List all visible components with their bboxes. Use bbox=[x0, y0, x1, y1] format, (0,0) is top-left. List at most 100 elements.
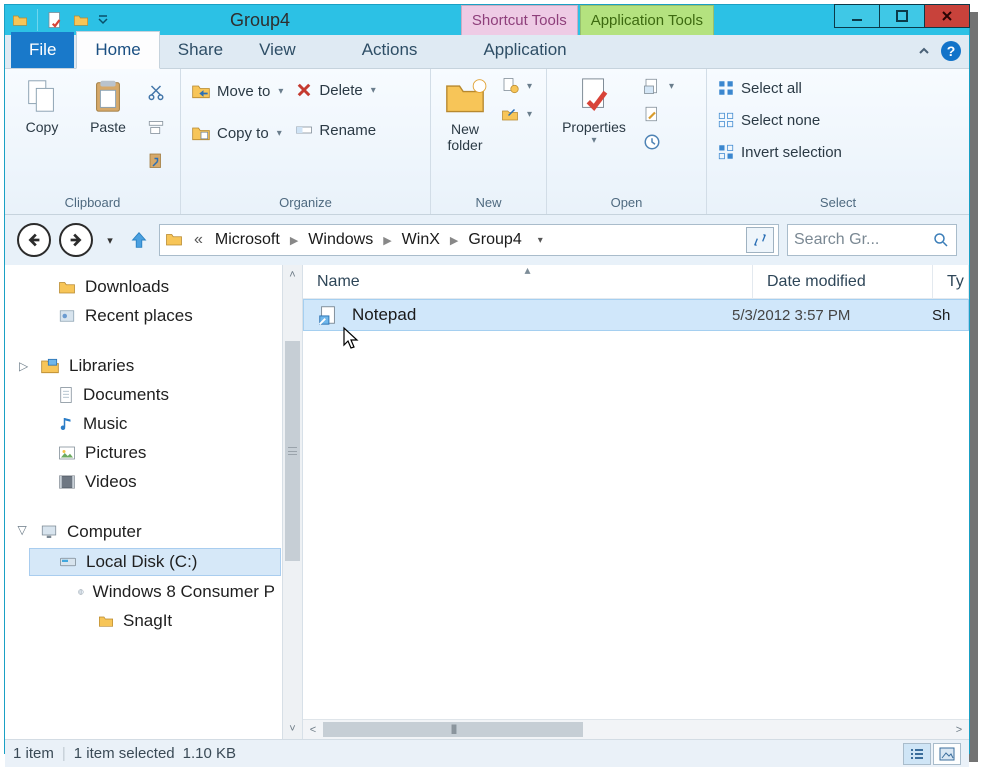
status-size: 1.10 KB bbox=[183, 745, 236, 762]
col-date-modified[interactable]: Date modified bbox=[753, 265, 933, 298]
search-icon bbox=[932, 231, 950, 249]
navpane-scrollbar[interactable]: ˄ ˅ bbox=[282, 265, 302, 739]
nav-snagit[interactable]: SnagIt bbox=[29, 608, 281, 634]
paste-button[interactable]: Paste bbox=[77, 73, 139, 139]
nav-downloads[interactable]: Downloads bbox=[29, 274, 281, 300]
nav-recent-places[interactable]: Recent places bbox=[29, 303, 281, 329]
tab-application[interactable]: Application bbox=[465, 32, 584, 68]
nav-music[interactable]: Music bbox=[29, 411, 281, 437]
new-item-button[interactable]: ▾ bbox=[497, 75, 536, 97]
crumb-microsoft[interactable]: Microsoft bbox=[209, 227, 286, 253]
close-button[interactable] bbox=[924, 4, 970, 28]
col-name[interactable]: ▴Name bbox=[303, 265, 753, 298]
address-bar[interactable]: « Microsoft▶ Windows▶ WinX▶ Group4 ▾ bbox=[159, 224, 779, 256]
horizontal-scrollbar[interactable]: ˂ lll ˃ bbox=[303, 719, 969, 739]
paste-label: Paste bbox=[90, 119, 126, 135]
navigation-bar: ▾ « Microsoft▶ Windows▶ WinX▶ Group4 ▾ S… bbox=[5, 215, 969, 265]
refresh-button[interactable] bbox=[746, 227, 774, 253]
address-dropdown-icon[interactable]: ▾ bbox=[534, 235, 547, 246]
properties-label: Properties bbox=[562, 119, 626, 135]
rename-button[interactable]: Rename bbox=[291, 119, 380, 141]
nav-local-disk-c[interactable]: Local Disk (C:) bbox=[29, 548, 281, 576]
properties-button[interactable]: Properties ▾ bbox=[553, 73, 635, 150]
clipboard-group-label: Clipboard bbox=[11, 193, 174, 210]
column-headers[interactable]: ▴Name Date modified Ty bbox=[303, 265, 969, 299]
cut-button[interactable] bbox=[143, 81, 169, 103]
nav-windows8[interactable]: Windows 8 Consumer P bbox=[29, 579, 281, 605]
history-button[interactable] bbox=[639, 131, 678, 153]
copy-label: Copy bbox=[26, 119, 59, 135]
file-type: Sh bbox=[932, 307, 968, 324]
recent-locations-button[interactable]: ▾ bbox=[101, 223, 119, 257]
nav-pictures[interactable]: Pictures bbox=[29, 440, 281, 466]
tab-file[interactable]: File bbox=[11, 32, 74, 68]
scroll-down-icon[interactable]: ˅ bbox=[283, 719, 302, 739]
minimize-ribbon-icon[interactable] bbox=[915, 42, 933, 60]
new-folder-label: New folder bbox=[443, 121, 487, 153]
easy-access-button[interactable]: ▾ bbox=[497, 103, 536, 125]
qat-newfolder-icon[interactable] bbox=[70, 9, 92, 31]
nav-documents[interactable]: Documents bbox=[29, 382, 281, 408]
forward-button[interactable] bbox=[59, 223, 93, 257]
minimize-button[interactable] bbox=[834, 4, 880, 28]
open-button[interactable]: ▾ bbox=[639, 75, 678, 97]
status-bar: 1 item | 1 item selected 1.10 KB bbox=[5, 739, 969, 767]
window-title: Group4 bbox=[110, 10, 461, 31]
select-group-label: Select bbox=[713, 193, 963, 210]
nav-libraries[interactable]: ▷ Libraries bbox=[29, 353, 281, 379]
search-box[interactable]: Search Gr... bbox=[787, 224, 957, 256]
tab-view[interactable]: View bbox=[241, 32, 314, 68]
address-folder-icon bbox=[164, 230, 184, 251]
crumb-group4[interactable]: Group4 bbox=[462, 227, 527, 253]
file-row-notepad[interactable]: Notepad 5/3/2012 3:57 PM Sh bbox=[303, 299, 969, 331]
qat-customize-icon[interactable] bbox=[96, 9, 110, 31]
up-button[interactable] bbox=[127, 228, 151, 252]
organize-group-label: Organize bbox=[187, 193, 424, 210]
new-folder-button[interactable]: New folder bbox=[437, 73, 493, 157]
system-menu-icon[interactable] bbox=[9, 9, 31, 31]
view-details-button[interactable] bbox=[903, 743, 931, 765]
status-selection: 1 item selected bbox=[74, 745, 175, 762]
copy-to-button[interactable]: Copy to▾ bbox=[187, 121, 287, 145]
move-to-button[interactable]: Move to▾ bbox=[187, 79, 287, 103]
hscroll-right-icon[interactable]: ˃ bbox=[949, 724, 969, 736]
file-date: 5/3/2012 3:57 PM bbox=[732, 307, 932, 324]
scroll-thumb[interactable] bbox=[285, 341, 300, 561]
ribbon: Copy Paste Clipboard bbox=[5, 69, 969, 215]
status-item-count: 1 item bbox=[13, 745, 54, 762]
hscroll-left-icon[interactable]: ˂ bbox=[303, 724, 323, 736]
back-button[interactable] bbox=[17, 223, 51, 257]
navigation-pane[interactable]: Downloads Recent places ▷ Libraries Docu… bbox=[5, 265, 303, 739]
contextual-tab-application[interactable]: Application Tools bbox=[580, 5, 714, 35]
copy-button[interactable]: Copy bbox=[11, 73, 73, 139]
select-all-button[interactable]: Select all bbox=[713, 77, 846, 99]
tab-actions[interactable]: Actions bbox=[344, 32, 436, 68]
contextual-tab-shortcut[interactable]: Shortcut Tools bbox=[461, 5, 578, 35]
search-placeholder: Search Gr... bbox=[794, 231, 932, 249]
shortcut-icon bbox=[304, 304, 352, 326]
nav-computer[interactable]: ▷ Computer bbox=[29, 519, 281, 545]
maximize-button[interactable] bbox=[879, 4, 925, 28]
breadcrumb: « Microsoft▶ Windows▶ WinX▶ Group4 bbox=[188, 227, 528, 253]
quick-access-toolbar bbox=[9, 9, 110, 31]
crumb-windows[interactable]: Windows bbox=[302, 227, 379, 253]
invert-selection-button[interactable]: Invert selection bbox=[713, 141, 846, 163]
paste-shortcut-button[interactable] bbox=[143, 149, 169, 171]
qat-properties-icon[interactable] bbox=[44, 9, 66, 31]
tab-home[interactable]: Home bbox=[76, 31, 159, 69]
help-icon[interactable]: ? bbox=[941, 41, 961, 61]
new-group-label: New bbox=[437, 193, 540, 210]
content-area: ▴Name Date modified Ty Notepad 5/3/2012 … bbox=[303, 265, 969, 739]
scroll-up-icon[interactable]: ˄ bbox=[283, 265, 302, 285]
crumb-winx[interactable]: WinX bbox=[396, 227, 446, 253]
mouse-cursor-icon bbox=[342, 326, 362, 353]
tab-share[interactable]: Share bbox=[160, 32, 241, 68]
col-type[interactable]: Ty bbox=[933, 265, 969, 298]
copy-path-button[interactable] bbox=[143, 115, 169, 137]
edit-button[interactable] bbox=[639, 103, 678, 125]
select-none-button[interactable]: Select none bbox=[713, 109, 846, 131]
view-large-icons-button[interactable] bbox=[933, 743, 961, 765]
nav-videos[interactable]: Videos bbox=[29, 469, 281, 495]
file-list[interactable]: Notepad 5/3/2012 3:57 PM Sh bbox=[303, 299, 969, 719]
delete-button[interactable]: Delete▾ bbox=[291, 79, 380, 101]
